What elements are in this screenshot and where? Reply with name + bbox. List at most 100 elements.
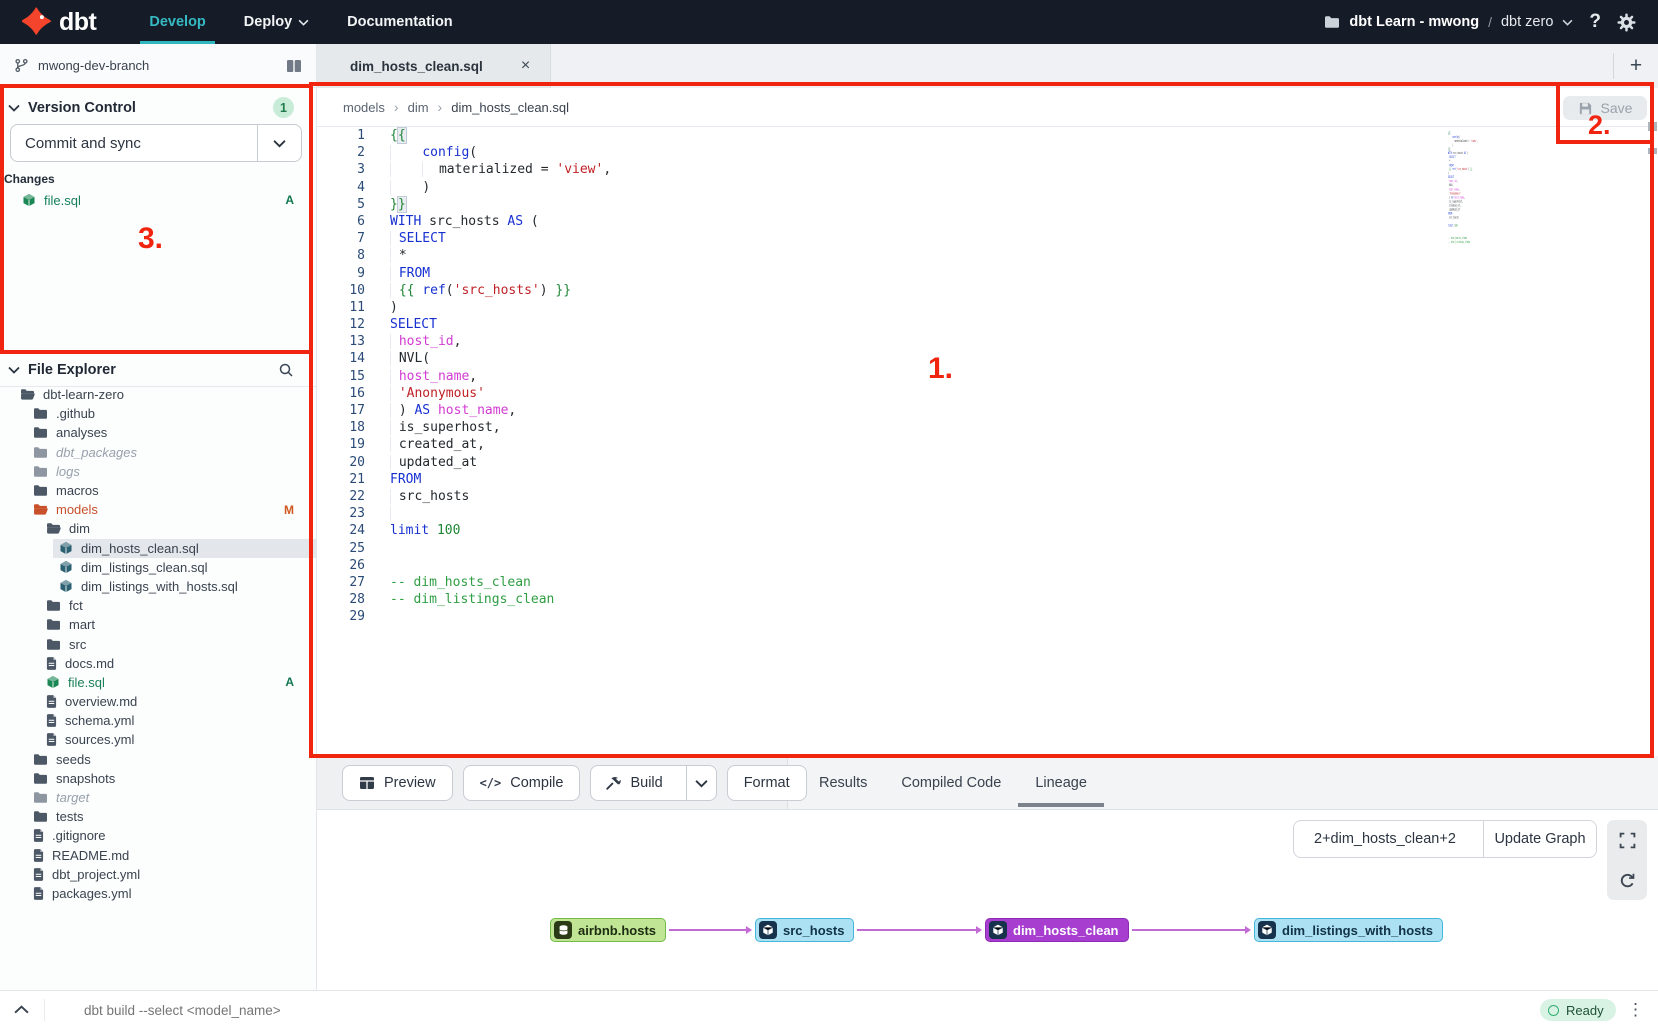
lineage-node[interactable]: src_hosts [755,918,854,942]
code-line[interactable]: 27-- dim_hosts_clean [317,574,1658,591]
dbt-logo[interactable]: dbt [0,0,106,44]
tab-lineage[interactable]: Lineage [1035,756,1087,809]
tree-item[interactable]: dbt_project.yml [0,865,316,884]
tree-item[interactable]: tests [0,807,316,826]
chevron-down-icon[interactable] [257,125,301,161]
tree-item[interactable]: README.md [0,846,316,865]
code-line[interactable]: 13 host_id, [317,333,1658,350]
tree-item[interactable]: macros [0,481,316,500]
tree-item[interactable]: src [0,634,316,653]
code-line[interactable]: 11) [317,299,1658,316]
code-line[interactable]: 16 'Anonymous' [317,385,1658,402]
chevron-up-icon[interactable] [14,1005,29,1014]
update-graph-button[interactable]: Update Graph [1483,820,1597,858]
reset-view-icon[interactable] [1607,860,1647,900]
fullscreen-icon[interactable] [1607,820,1647,860]
tree-item[interactable]: dbt-learn-zero [0,385,316,404]
line-number: 9 [317,265,365,282]
compile-button[interactable]: </>Compile [463,765,581,801]
tree-item[interactable]: docs.md [0,654,316,673]
tree-item[interactable]: fct [0,596,316,615]
tree-item[interactable]: .github [0,404,316,423]
line-number: 3 [317,161,365,178]
folder-icon [33,446,48,459]
changed-file[interactable]: file.sqlA [0,190,316,210]
tree-item[interactable]: overview.md [0,692,316,711]
search-icon[interactable] [278,362,294,378]
code-line[interactable]: 18 is_superhost, [317,419,1658,436]
code-line[interactable]: 28-- dim_listings_clean [317,591,1658,608]
tree-item[interactable]: seeds [0,750,316,769]
breadcrumb-item[interactable]: dim [408,100,429,115]
code-line[interactable]: 29 [317,608,1658,625]
tree-item[interactable]: .gitignore [0,826,316,845]
breadcrumb-item[interactable]: models [343,100,385,115]
code-line[interactable]: 25 [317,540,1658,557]
nav-deploy[interactable]: Deploy [225,0,328,44]
tree-item[interactable]: target [0,788,316,807]
tree-item[interactable]: mart [0,615,316,634]
tab-compiled-code[interactable]: Compiled Code [901,756,1001,809]
command-input[interactable] [84,995,784,1025]
code-line[interactable]: 10 {{ ref('src_hosts') }} [317,282,1658,299]
scrollbar-mark [1648,148,1657,154]
tree-item[interactable]: sources.yml [0,730,316,749]
code-line[interactable]: 23 [317,505,1658,522]
lineage-selector-input[interactable] [1293,820,1483,858]
save-icon [1578,101,1593,116]
line-number: 13 [317,333,365,350]
code-editor: models › dim › dim_hosts_clean.sql Save … [317,88,1658,756]
tree-item[interactable]: dim_hosts_clean.sql [0,539,316,558]
tree-item[interactable]: dim_listings_with_hosts.sql [0,577,316,596]
tree-item[interactable]: dim_listings_clean.sql [0,558,316,577]
gear-icon[interactable] [1617,13,1636,32]
breadcrumb-item[interactable]: dim_hosts_clean.sql [451,100,569,115]
tree-item[interactable]: dbt_packages [0,443,316,462]
tree-item[interactable]: analyses [0,423,316,442]
nav-documentation[interactable]: Documentation [328,0,472,44]
tree-item-label: macros [56,483,99,498]
project-selector[interactable]: dbt Learn - mwong / dbt zero [1324,14,1573,30]
kebab-menu-icon[interactable]: ⋮ [1627,999,1644,1021]
build-button[interactable]: Build [590,765,716,801]
lineage-node[interactable]: dim_listings_with_hosts [1254,918,1443,942]
code-line[interactable]: 20 updated_at [317,454,1658,471]
tree-item[interactable]: snapshots [0,769,316,788]
code-line[interactable]: 9 FROM [317,265,1658,282]
code-line[interactable]: 26 [317,557,1658,574]
code-line[interactable]: 24limit 100 [317,522,1658,539]
tab-dim-hosts-clean[interactable]: dim_hosts_clean.sql × [317,44,551,88]
branch-bar: mwong-dev-branch [0,44,317,88]
code-line[interactable]: 17 ) AS host_name, [317,402,1658,419]
tree-item-label: .github [56,406,95,421]
tree-item[interactable]: file.sqlA [0,673,316,692]
tab-results[interactable]: Results [819,756,867,809]
format-button[interactable]: Format [727,765,807,801]
save-button[interactable]: Save [1563,96,1647,120]
lineage-node[interactable]: dim_hosts_clean [985,918,1129,942]
help-button[interactable]: ? [1587,11,1603,33]
tree-item[interactable]: logs [0,462,316,481]
lineage-node[interactable]: airbnb.hosts [550,918,666,942]
code-line[interactable]: 19 created_at, [317,436,1658,453]
tree-item[interactable]: modelsM [0,500,316,519]
new-tab-button[interactable]: + [1614,54,1658,78]
open-docs-icon[interactable] [286,59,302,73]
code-line[interactable]: 15 host_name, [317,368,1658,385]
chevron-down-icon[interactable] [686,766,716,800]
chevron-right-icon: › [438,99,443,115]
code-line[interactable]: 12SELECT [317,316,1658,333]
preview-button[interactable]: Preview [342,765,453,801]
minimap[interactable]: {{ config( materialized = 'view', )}}WIT… [1448,131,1482,253]
commit-and-sync-button[interactable]: Commit and sync [10,124,302,162]
nav-develop[interactable]: Develop [130,0,224,44]
code-line[interactable]: 21FROM [317,471,1658,488]
code-line[interactable]: 14 NVL( [317,350,1658,367]
code-line[interactable]: 22 src_hosts [317,488,1658,505]
close-icon[interactable]: × [521,58,530,74]
tree-item[interactable]: schema.yml [0,711,316,730]
tree-item[interactable]: packages.yml [0,884,316,903]
chevron-down-icon[interactable] [8,104,20,112]
chevron-down-icon[interactable] [8,366,20,374]
tree-item[interactable]: dim [0,519,316,538]
